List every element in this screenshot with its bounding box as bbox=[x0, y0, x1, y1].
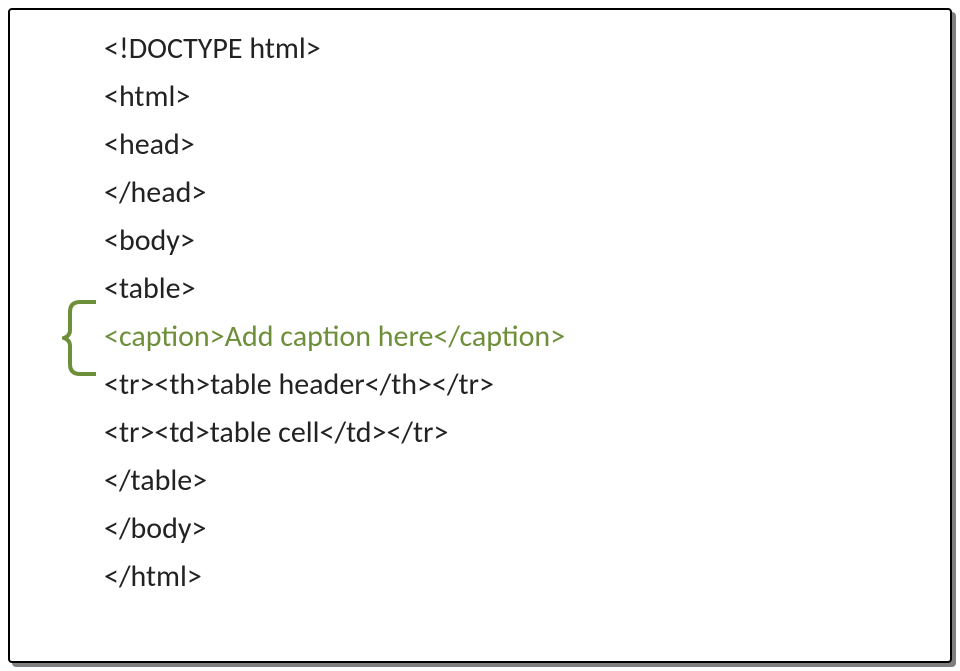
code-line-12: </html> bbox=[104, 553, 950, 601]
code-line-5: <body> bbox=[104, 217, 950, 265]
code-line-3: <head> bbox=[104, 121, 950, 169]
code-line-6: <table> bbox=[104, 265, 950, 313]
code-line-2: <html> bbox=[104, 73, 950, 121]
code-line-9: <tr><td>table cell</td></tr> bbox=[104, 409, 950, 457]
code-line-10: </table> bbox=[104, 457, 950, 505]
code-line-7-highlighted: <caption>Add caption here</caption> bbox=[104, 313, 950, 361]
code-line-1: <!DOCTYPE html> bbox=[104, 25, 950, 73]
bracket-icon bbox=[62, 300, 96, 376]
code-line-4: </head> bbox=[104, 169, 950, 217]
code-panel: <!DOCTYPE html> <html> <head> </head> <b… bbox=[8, 8, 952, 663]
code-line-8: <tr><th>table header</th></tr> bbox=[104, 361, 950, 409]
code-line-11: </body> bbox=[104, 505, 950, 553]
